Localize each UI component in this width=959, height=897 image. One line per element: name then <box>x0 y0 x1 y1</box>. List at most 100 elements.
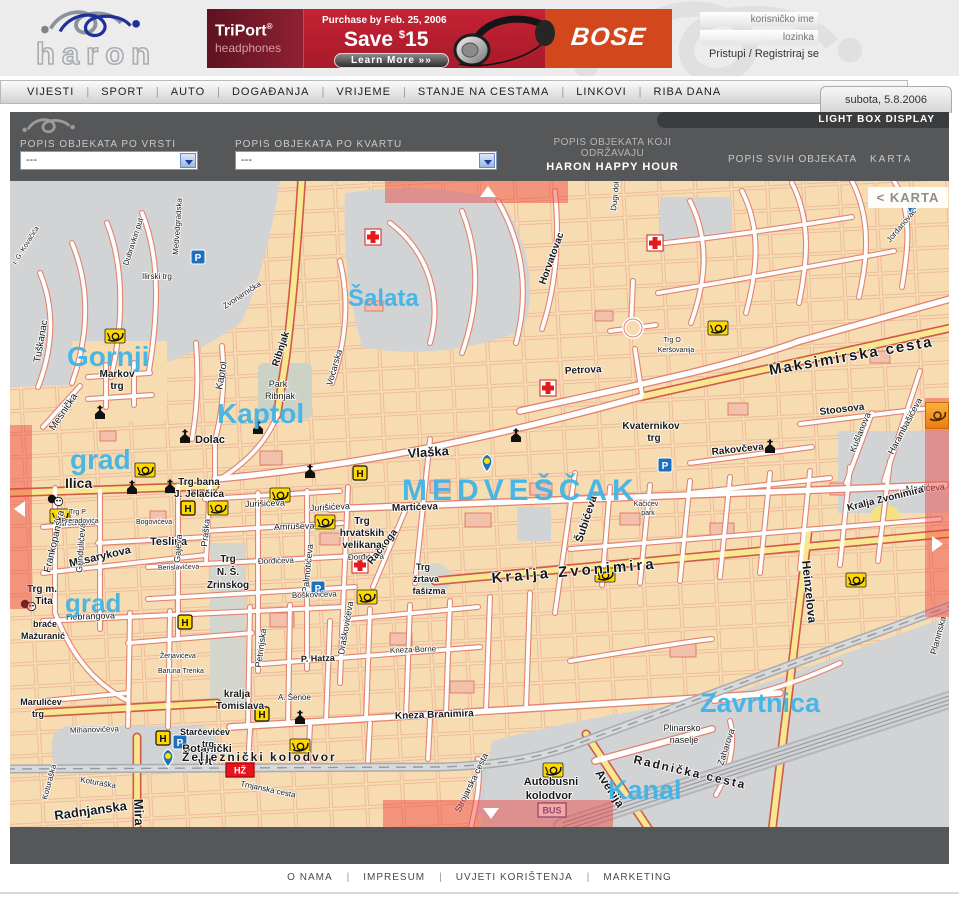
map-street-label: Park <box>269 379 288 389</box>
headphones-image <box>445 9 565 68</box>
map-icon-hotel <box>156 731 170 745</box>
map-district-label: MEDVEŠČAK <box>402 473 639 507</box>
map-icon-posthorn <box>135 463 155 477</box>
map-street-label: Jurišićeva <box>245 498 285 509</box>
login-register-link[interactable]: Pristupi / Registriraj se <box>700 48 828 60</box>
all-objects-link[interactable]: POPIS SVIH OBJEKATA <box>728 154 857 165</box>
happy-hour-link[interactable]: POPIS OBJEKATA KOJI ODRŽAVAJU HARON HAPP… <box>530 137 695 173</box>
map-icon-parking <box>658 458 672 472</box>
map-icon-parking <box>191 250 205 264</box>
map-street-label: velikana <box>342 540 382 551</box>
map-street-label: park <box>641 510 655 517</box>
nav-item-doga-anja[interactable]: DOGAĐANJA <box>220 86 321 98</box>
map-street-label: Boškovićeva <box>292 589 338 600</box>
type-filter-select[interactable]: --- <box>20 151 198 170</box>
district-filter-select[interactable]: --- <box>235 151 497 170</box>
chevron-down-icon[interactable] <box>479 153 495 168</box>
map-street-label: Trg bana <box>178 477 220 488</box>
footer-link-impresum[interactable]: IMPRESUM <box>363 872 425 883</box>
city-map[interactable]: H P <box>10 181 949 827</box>
map-icon-hotel <box>178 615 192 629</box>
password-input[interactable] <box>700 30 818 45</box>
footer-link-marketing[interactable]: MARKETING <box>603 872 671 883</box>
map-district-label: grad <box>70 444 131 475</box>
map-street-label: Tita <box>35 596 53 607</box>
map-street-label: Baruna Trenka <box>158 668 204 675</box>
ad-purchase-text: Purchase by Feb. 25, 2006 <box>322 15 447 26</box>
nav-item-auto[interactable]: AUTO <box>159 86 217 98</box>
map-district-label: Zavrtnica <box>700 688 821 718</box>
map-street-label: Starčevićev <box>180 727 230 737</box>
map-image[interactable]: H P <box>10 181 949 827</box>
footer-link-o-nama[interactable]: O NAMA <box>287 872 332 883</box>
main-nav: VIJESTI|SPORT|AUTO|DOGAĐANJA|VRIJEME|STA… <box>0 80 908 104</box>
pan-right-control[interactable] <box>925 398 949 617</box>
arrow-left-icon <box>14 501 25 517</box>
map-street-label: hrvatskih <box>340 528 384 539</box>
happy-hour-line1: POPIS OBJEKATA KOJI ODRŽAVAJU <box>530 137 695 159</box>
pan-down-control[interactable] <box>383 800 613 827</box>
arrow-right-icon <box>932 536 943 552</box>
map-street-label: trg <box>202 739 214 749</box>
lightbox-display-bar[interactable]: LIGHT BOX DISPLAY <box>657 112 949 128</box>
map-icon-hotel <box>181 501 195 515</box>
map-street-label: Mira <box>131 799 147 827</box>
footer-nav: O NAMA|IMPRESUM|UVJETI KORIŠTENJA|MARKET… <box>0 864 959 890</box>
nav-item-vijesti[interactable]: VIJESTI <box>15 86 86 98</box>
map-street-label: Kvaternikov <box>622 421 680 432</box>
ad-banner[interactable]: TriPort® headphones Purchase by Feb. 25,… <box>207 9 672 68</box>
map-icon-posthorn <box>543 763 563 777</box>
posthorn-marker-icon[interactable] <box>925 402 949 429</box>
username-input[interactable] <box>700 12 818 27</box>
nav-item-linkovi[interactable]: LINKOVI <box>564 86 638 98</box>
map-street-label: Plinarsko <box>663 723 700 733</box>
happy-hour-line2: HARON HAPPY HOUR <box>530 161 695 173</box>
svg-text:HŽ: HŽ <box>234 765 246 776</box>
district-filter-label: POPIS OBJEKATA PO KVARTU <box>235 139 402 150</box>
map-street-label: Dolac <box>195 434 225 446</box>
map-back-button[interactable]: < KARTA <box>868 187 948 208</box>
nav-item-riba-dana[interactable]: RIBA DANA <box>642 86 734 98</box>
nav-item-vrijeme[interactable]: VRIJEME <box>324 86 403 98</box>
map-street-label: Trg O. <box>663 337 683 344</box>
map-street-label: fašizma <box>412 586 446 596</box>
footer-link-uvjeti-kori-tenja[interactable]: UVJETI KORIŠTENJA <box>456 872 573 883</box>
haron-logo[interactable]: haron <box>30 2 200 74</box>
map-street-label: Mihanovićeva <box>70 724 120 735</box>
ad-learn-more-button[interactable]: Learn More »» <box>334 53 449 68</box>
district-filter-value: --- <box>241 154 252 166</box>
map-street-label: trg <box>647 433 660 444</box>
haron-logo-text: haron <box>36 36 157 72</box>
pan-up-control[interactable] <box>385 181 568 203</box>
map-icon-posthorn <box>846 573 866 587</box>
map-street-label: Ilirski trg <box>142 272 172 281</box>
map-street-label: Mažuranić <box>21 631 65 641</box>
karta-link[interactable]: KARTA <box>870 154 912 165</box>
map-icon-redcross <box>540 380 556 396</box>
header: haron TriPort® headphones Purchase by Fe… <box>0 0 959 76</box>
haron-logo-swirl-icon <box>30 2 170 40</box>
nav-item-sport[interactable]: SPORT <box>89 86 156 98</box>
map-icon-posthorn <box>315 515 335 529</box>
map-street-label: Gajeva <box>172 534 184 563</box>
map-street-label: Kneza Borne <box>390 644 437 655</box>
map-street-label: Zrinskog <box>207 580 249 591</box>
map-icon-posthorn <box>208 501 228 515</box>
footer-separator: | <box>587 872 590 883</box>
map-icon-redcross <box>647 235 663 251</box>
map-district-label: Šalata <box>348 284 419 312</box>
pan-left-control[interactable] <box>10 425 32 609</box>
arrow-down-icon <box>483 808 499 819</box>
chevron-down-icon[interactable] <box>180 153 196 168</box>
map-toolbar: LIGHT BOX DISPLAY POPIS OBJEKATA PO VRST… <box>10 112 949 181</box>
map-icon-redcross <box>365 229 381 245</box>
map-street-label: Autobusni <box>524 776 578 788</box>
map-street-label: Vlaška <box>407 443 450 461</box>
map-street-label: braće <box>33 619 57 629</box>
map-street-label: Petrova <box>565 364 603 377</box>
map-street-label: naselje <box>670 735 699 745</box>
nav-item-stanje-na-cestama[interactable]: STANJE NA CESTAMA <box>406 86 562 98</box>
map-icon-posthorn <box>708 321 728 335</box>
bottom-divider <box>0 892 959 894</box>
map-street-label: J. Jelačića <box>174 489 224 500</box>
